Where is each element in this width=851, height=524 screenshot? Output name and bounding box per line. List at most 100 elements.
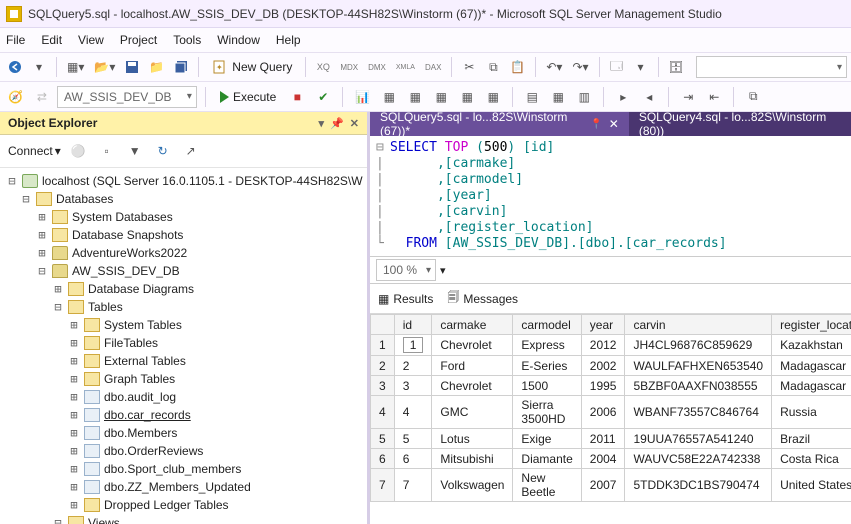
cell-year[interactable]: 2007 — [581, 469, 625, 502]
cancel-query-button[interactable]: ■ — [286, 85, 308, 109]
expand-toggle[interactable]: ⊟ — [36, 262, 48, 280]
cell-year[interactable]: 2004 — [581, 449, 625, 469]
cell-carvin[interactable]: JH4CL96876C859629 — [625, 335, 772, 356]
results-file-button[interactable]: ▥ — [573, 85, 595, 109]
tab-sqlquery4[interactable]: SQLQuery4.sql - lo...82S\Winstorm (80)) — [629, 112, 851, 136]
parse-button[interactable]: ✔ — [312, 85, 334, 109]
cell-carvin[interactable]: 5TDDK3DC1BS790474 — [625, 469, 772, 502]
save-button[interactable] — [121, 55, 143, 79]
dropdown-2[interactable]: ▾ — [630, 55, 652, 79]
search-icon[interactable]: ↗ — [180, 139, 202, 163]
views-node[interactable]: Views — [88, 514, 120, 524]
table-row[interactable]: 33Chevrolet150019955BZBF0AAXFN038555Mada… — [371, 376, 851, 396]
cell-register-location[interactable]: Russia — [772, 396, 851, 429]
paste-button[interactable]: 📋 — [506, 55, 529, 79]
cut-button[interactable]: ✂ — [458, 55, 480, 79]
mdx-icon[interactable]: MDX — [336, 55, 362, 79]
cell-carmake[interactable]: Ford — [432, 356, 513, 376]
table-row[interactable]: 77VolkswagenNew Beetle20075TDDK3DC1BS790… — [371, 469, 851, 502]
expand-toggle[interactable]: ⊞ — [68, 478, 80, 496]
cell-id[interactable]: 7 — [394, 469, 432, 502]
dropdown-icon[interactable]: ▾ — [28, 55, 50, 79]
nav-back-button[interactable] — [4, 55, 26, 79]
sysdb-node[interactable]: System Databases — [72, 208, 173, 226]
execute-button[interactable]: Execute — [214, 86, 282, 108]
panel-dropdown-icon[interactable]: ▾ — [319, 117, 325, 130]
snapshots-node[interactable]: Database Snapshots — [72, 226, 183, 244]
menu-view[interactable]: View — [78, 33, 104, 47]
cell-carmake[interactable]: Chevrolet — [432, 335, 513, 356]
col-carvin[interactable]: carvin — [625, 315, 772, 335]
expand-toggle[interactable]: ⊞ — [36, 226, 48, 244]
object-explorer-tree[interactable]: ⊟localhost (SQL Server 16.0.1105.1 - DES… — [0, 168, 367, 524]
system-tables-node[interactable]: System Tables — [104, 316, 182, 334]
table-members[interactable]: dbo.Members — [104, 424, 177, 442]
xquery-icon[interactable]: XQ — [312, 55, 334, 79]
cell-carmodel[interactable]: New Beetle — [513, 469, 581, 502]
table-row[interactable]: 44GMCSierra 3500HD2006WBANF73557C846764R… — [371, 396, 851, 429]
xmla-icon[interactable]: XMLA — [392, 55, 419, 79]
cell-carmake[interactable]: Volkswagen — [432, 469, 513, 502]
expand-toggle[interactable]: ⊞ — [68, 352, 80, 370]
table-row[interactable]: 11ChevroletExpress2012JH4CL96876C859629K… — [371, 335, 851, 356]
expand-toggle[interactable]: ⊟ — [20, 190, 32, 208]
panel-pin-icon[interactable]: 📌 — [330, 117, 344, 130]
cell-year[interactable]: 2012 — [581, 335, 625, 356]
new-query-button[interactable]: ✦ New Query — [205, 55, 299, 79]
stop-icon[interactable]: ▫ — [96, 139, 118, 163]
cell-register-location[interactable]: Kazakhstan — [772, 335, 851, 356]
open-file-button[interactable]: 📁 — [145, 55, 168, 79]
table-row[interactable]: 22FordE-Series2002WAULFAFHXEN653540Madag… — [371, 356, 851, 376]
expand-toggle[interactable]: ⊞ — [36, 208, 48, 226]
cell-carmodel[interactable]: E-Series — [513, 356, 581, 376]
sql-editor[interactable]: ⊟SELECT TOP (500) [id] | ,[carmake] | ,[… — [370, 136, 851, 257]
redo-button[interactable]: ↷▾ — [568, 55, 592, 79]
refresh-icon[interactable]: ↻ — [152, 139, 174, 163]
tab-sqlquery5[interactable]: SQLQuery5.sql - lo...82S\Winstorm (67))*… — [370, 112, 629, 136]
messages-tab[interactable]: 🗐Messages — [447, 288, 518, 309]
copy-button[interactable]: ⧉ — [482, 55, 504, 79]
cell-register-location[interactable]: Brazil — [772, 429, 851, 449]
cell-carvin[interactable]: 19UUA76557A541240 — [625, 429, 772, 449]
col-year[interactable]: year — [581, 315, 625, 335]
table-auditlog[interactable]: dbo.audit_log — [104, 388, 176, 406]
cell-carmodel[interactable]: Sierra 3500HD — [513, 396, 581, 429]
query-options-button[interactable]: ▦ — [378, 85, 400, 109]
client-stats-button[interactable]: ▦ — [482, 85, 504, 109]
cell-id[interactable]: 3 — [394, 376, 432, 396]
dax-icon[interactable]: DAX — [421, 55, 445, 79]
intellisense-button[interactable]: ▦ — [404, 85, 426, 109]
disconnect-icon[interactable]: ⚪ — [67, 139, 90, 163]
change-connection-button[interactable]: ⇄ — [31, 85, 53, 109]
graph-tables-node[interactable]: Graph Tables — [104, 370, 175, 388]
cell-carmake[interactable]: Lotus — [432, 429, 513, 449]
actual-plan-button[interactable]: ▦ — [430, 85, 452, 109]
expand-toggle[interactable]: ⊟ — [6, 172, 18, 190]
col-id[interactable]: id — [394, 315, 432, 335]
results-tab[interactable]: ▦Results — [378, 292, 433, 306]
expand-toggle[interactable]: ⊞ — [36, 244, 48, 262]
results-grid[interactable]: id carmake carmodel year carvin register… — [370, 314, 851, 524]
menu-help[interactable]: Help — [276, 33, 301, 47]
cell-year[interactable]: 2006 — [581, 396, 625, 429]
tables-node[interactable]: Tables — [88, 298, 123, 316]
cell-id[interactable]: 1 — [394, 335, 432, 356]
col-carmodel[interactable]: carmodel — [513, 315, 581, 335]
table-sportclub[interactable]: dbo.Sport_club_members — [104, 460, 241, 478]
new-button[interactable]: ▦▾ — [63, 55, 88, 79]
indent-button[interactable]: ⇥ — [677, 85, 699, 109]
panel-close-icon[interactable]: ✕ — [350, 117, 359, 130]
outdent-button[interactable]: ⇤ — [703, 85, 725, 109]
filter-icon[interactable]: ▼ — [124, 139, 146, 163]
menu-project[interactable]: Project — [120, 33, 157, 47]
connect-button[interactable]: Connect▾ — [8, 144, 61, 158]
expand-toggle[interactable]: ⊞ — [68, 316, 80, 334]
cell-year[interactable]: 2011 — [581, 429, 625, 449]
expand-toggle[interactable]: ⊞ — [68, 388, 80, 406]
close-icon[interactable]: ✕ — [609, 117, 619, 131]
properties-button[interactable]: 🗔 — [606, 55, 628, 79]
cell-id[interactable]: 4 — [394, 396, 432, 429]
cell-carmake[interactable]: GMC — [432, 396, 513, 429]
pin-icon[interactable]: 📍 — [590, 119, 602, 130]
table-row[interactable]: 55LotusExige201119UUA76557A541240Brazil — [371, 429, 851, 449]
